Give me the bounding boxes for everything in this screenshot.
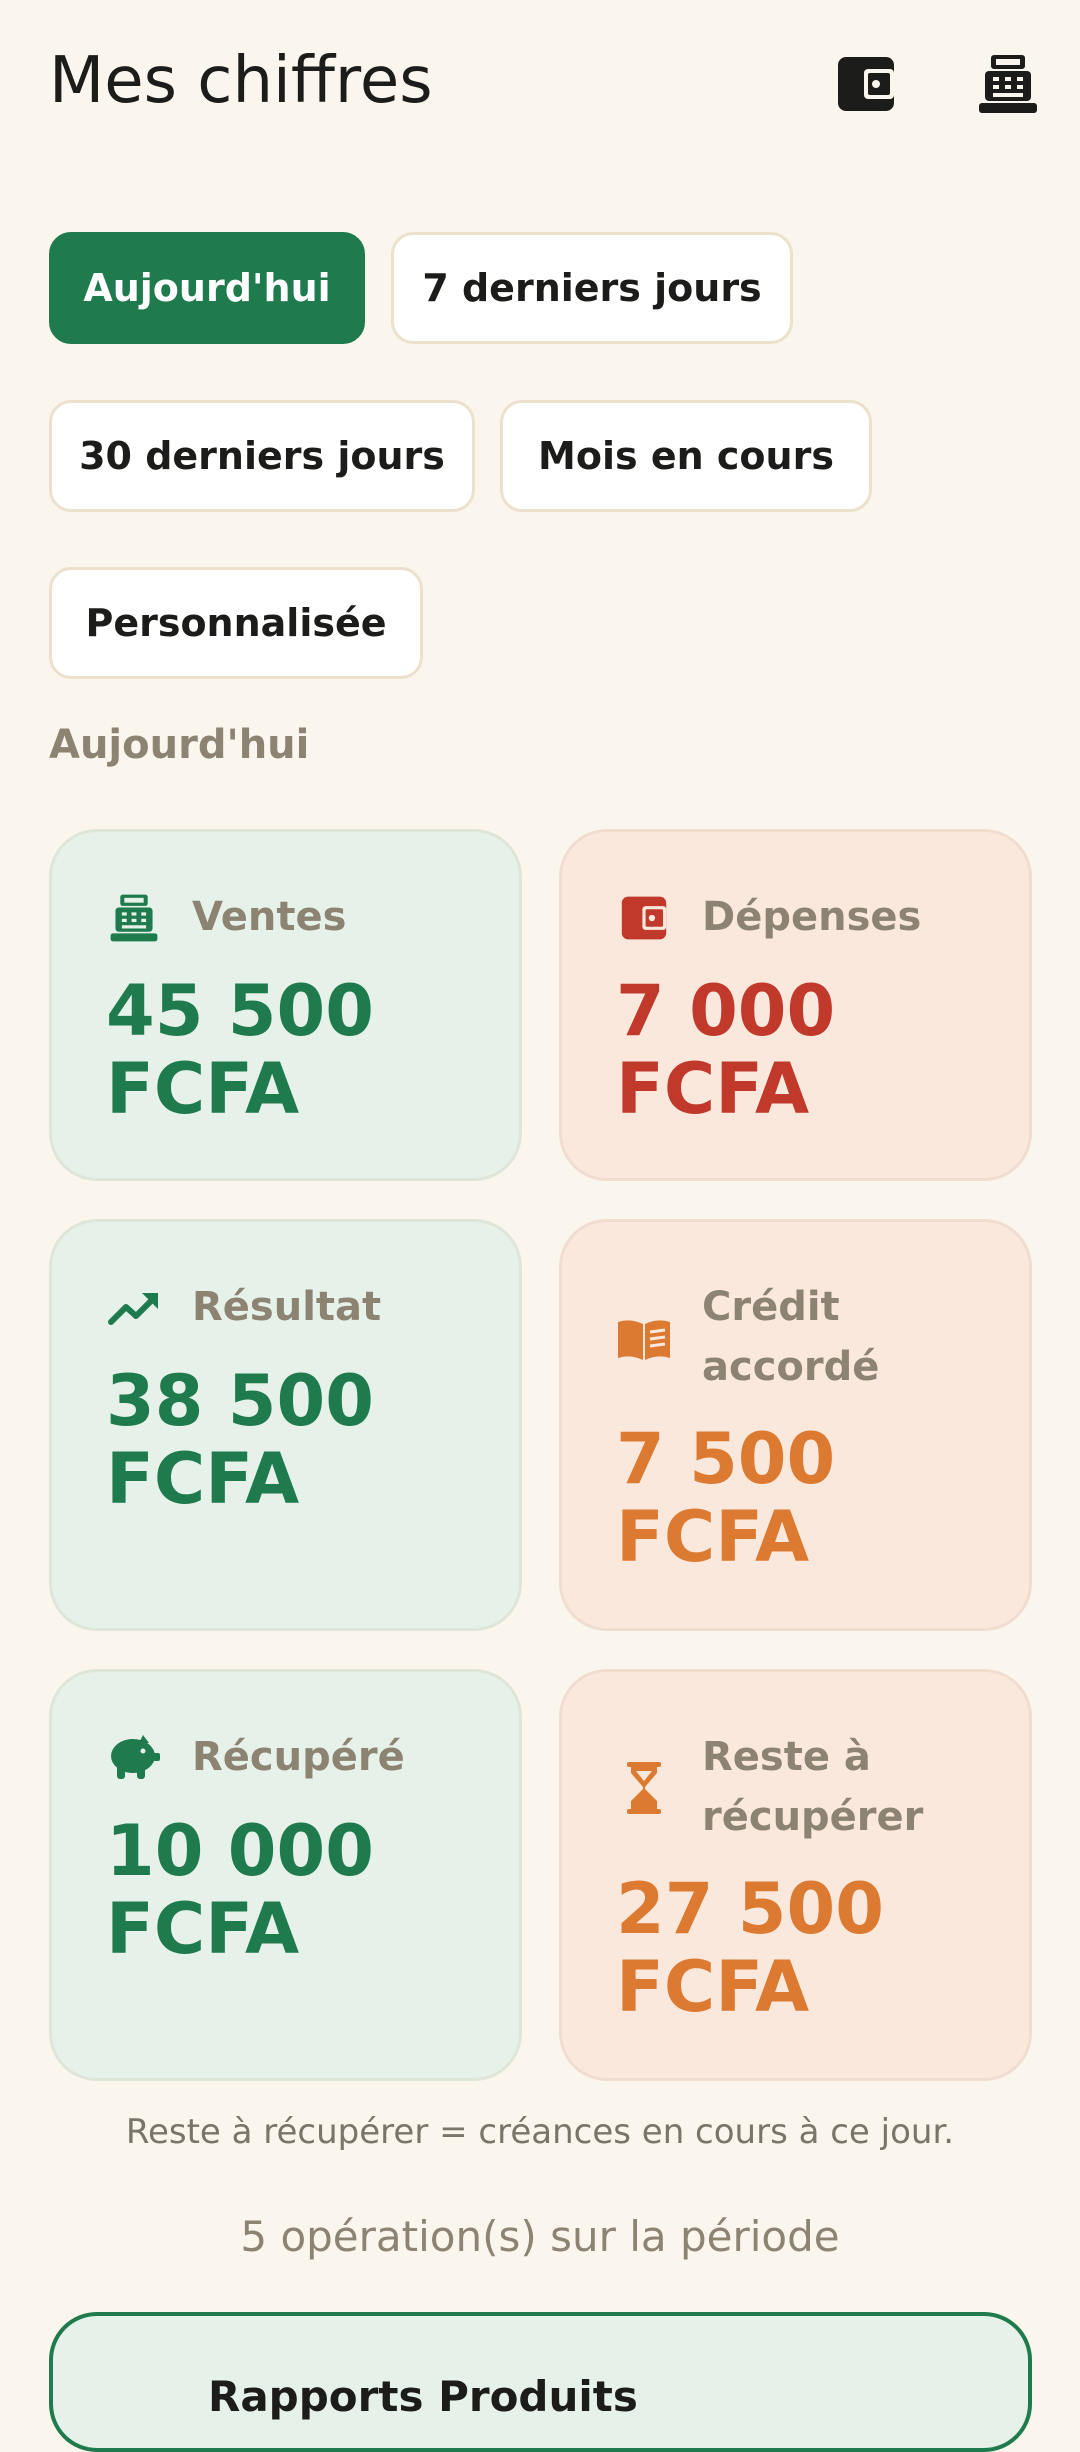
card-label: Crédit accordé: [702, 1277, 1022, 1397]
reports-title: Rapports Produits: [208, 2372, 638, 2421]
card-value: 7 500 FCFA: [616, 1420, 1036, 1576]
value-amount: 7 500: [616, 1418, 836, 1500]
operations-count: 5 opération(s) sur la période: [240, 2212, 840, 2261]
filter-chip-7-days[interactable]: 7 derniers jours: [391, 232, 793, 344]
value-amount: 38 500: [106, 1360, 374, 1442]
filter-chip-30-days[interactable]: 30 derniers jours: [49, 400, 475, 512]
card-credit-accorde: Crédit accordé 7 500 FCFA: [559, 1219, 1032, 1631]
footnote: Reste à récupérer = créances en cours à …: [125, 2112, 955, 2152]
cash-register-icon[interactable]: [970, 46, 1046, 122]
wallet-icon: [616, 890, 672, 946]
value-amount: 27 500: [616, 1868, 884, 1950]
card-ventes: Ventes 45 500 FCFA: [49, 829, 522, 1181]
label-line: récupérer: [702, 1794, 924, 1840]
filter-chip-current-month[interactable]: Mois en cours: [500, 400, 872, 512]
value-currency: FCFA: [616, 1496, 810, 1578]
wallet-icon[interactable]: [828, 46, 904, 122]
value-currency: FCFA: [106, 1048, 300, 1130]
label-line: accordé: [702, 1344, 880, 1390]
page-title: Mes chiffres: [49, 44, 433, 118]
card-recupere: Récupéré 10 000 FCFA: [49, 1669, 522, 2081]
card-label: Résultat: [192, 1284, 382, 1330]
label-line: Crédit: [702, 1284, 840, 1330]
card-reste-a-recuperer: Reste à récupérer 27 500 FCFA: [559, 1669, 1032, 2081]
value-amount: 45 500: [106, 970, 374, 1052]
card-value: 7 000 FCFA: [616, 972, 1036, 1128]
card-label: Dépenses: [702, 894, 922, 940]
reports-products-card[interactable]: Rapports Produits: [49, 2312, 1032, 2452]
value-currency: FCFA: [106, 1438, 300, 1520]
value-currency: FCFA: [106, 1888, 300, 1970]
filter-chip-today[interactable]: Aujourd'hui: [49, 232, 365, 344]
cash-register-icon: [106, 890, 162, 946]
piggy-bank-icon: [106, 1728, 162, 1784]
card-value: 45 500 FCFA: [106, 972, 526, 1128]
label-line: Reste à: [702, 1734, 871, 1780]
card-label: Ventes: [192, 894, 347, 940]
open-book-icon: [616, 1312, 672, 1368]
value-amount: 10 000: [106, 1810, 374, 1892]
hourglass-icon: [616, 1760, 672, 1816]
card-value: 10 000 FCFA: [106, 1812, 526, 1968]
card-label: Reste à récupérer: [702, 1727, 1022, 1847]
value-currency: FCFA: [616, 1048, 810, 1130]
filter-chip-custom[interactable]: Personnalisée: [49, 567, 423, 679]
value-currency: FCFA: [616, 1946, 810, 2028]
card-value: 38 500 FCFA: [106, 1362, 526, 1518]
card-value: 27 500 FCFA: [616, 1870, 1036, 2026]
app-bar: Mes chiffres: [0, 0, 1080, 170]
trending-up-icon: [106, 1280, 162, 1336]
card-label: Récupéré: [192, 1734, 405, 1780]
card-resultat: Résultat 38 500 FCFA: [49, 1219, 522, 1631]
period-label: Aujourd'hui: [49, 722, 310, 768]
value-amount: 7 000: [616, 970, 836, 1052]
card-depenses: Dépenses 7 000 FCFA: [559, 829, 1032, 1181]
